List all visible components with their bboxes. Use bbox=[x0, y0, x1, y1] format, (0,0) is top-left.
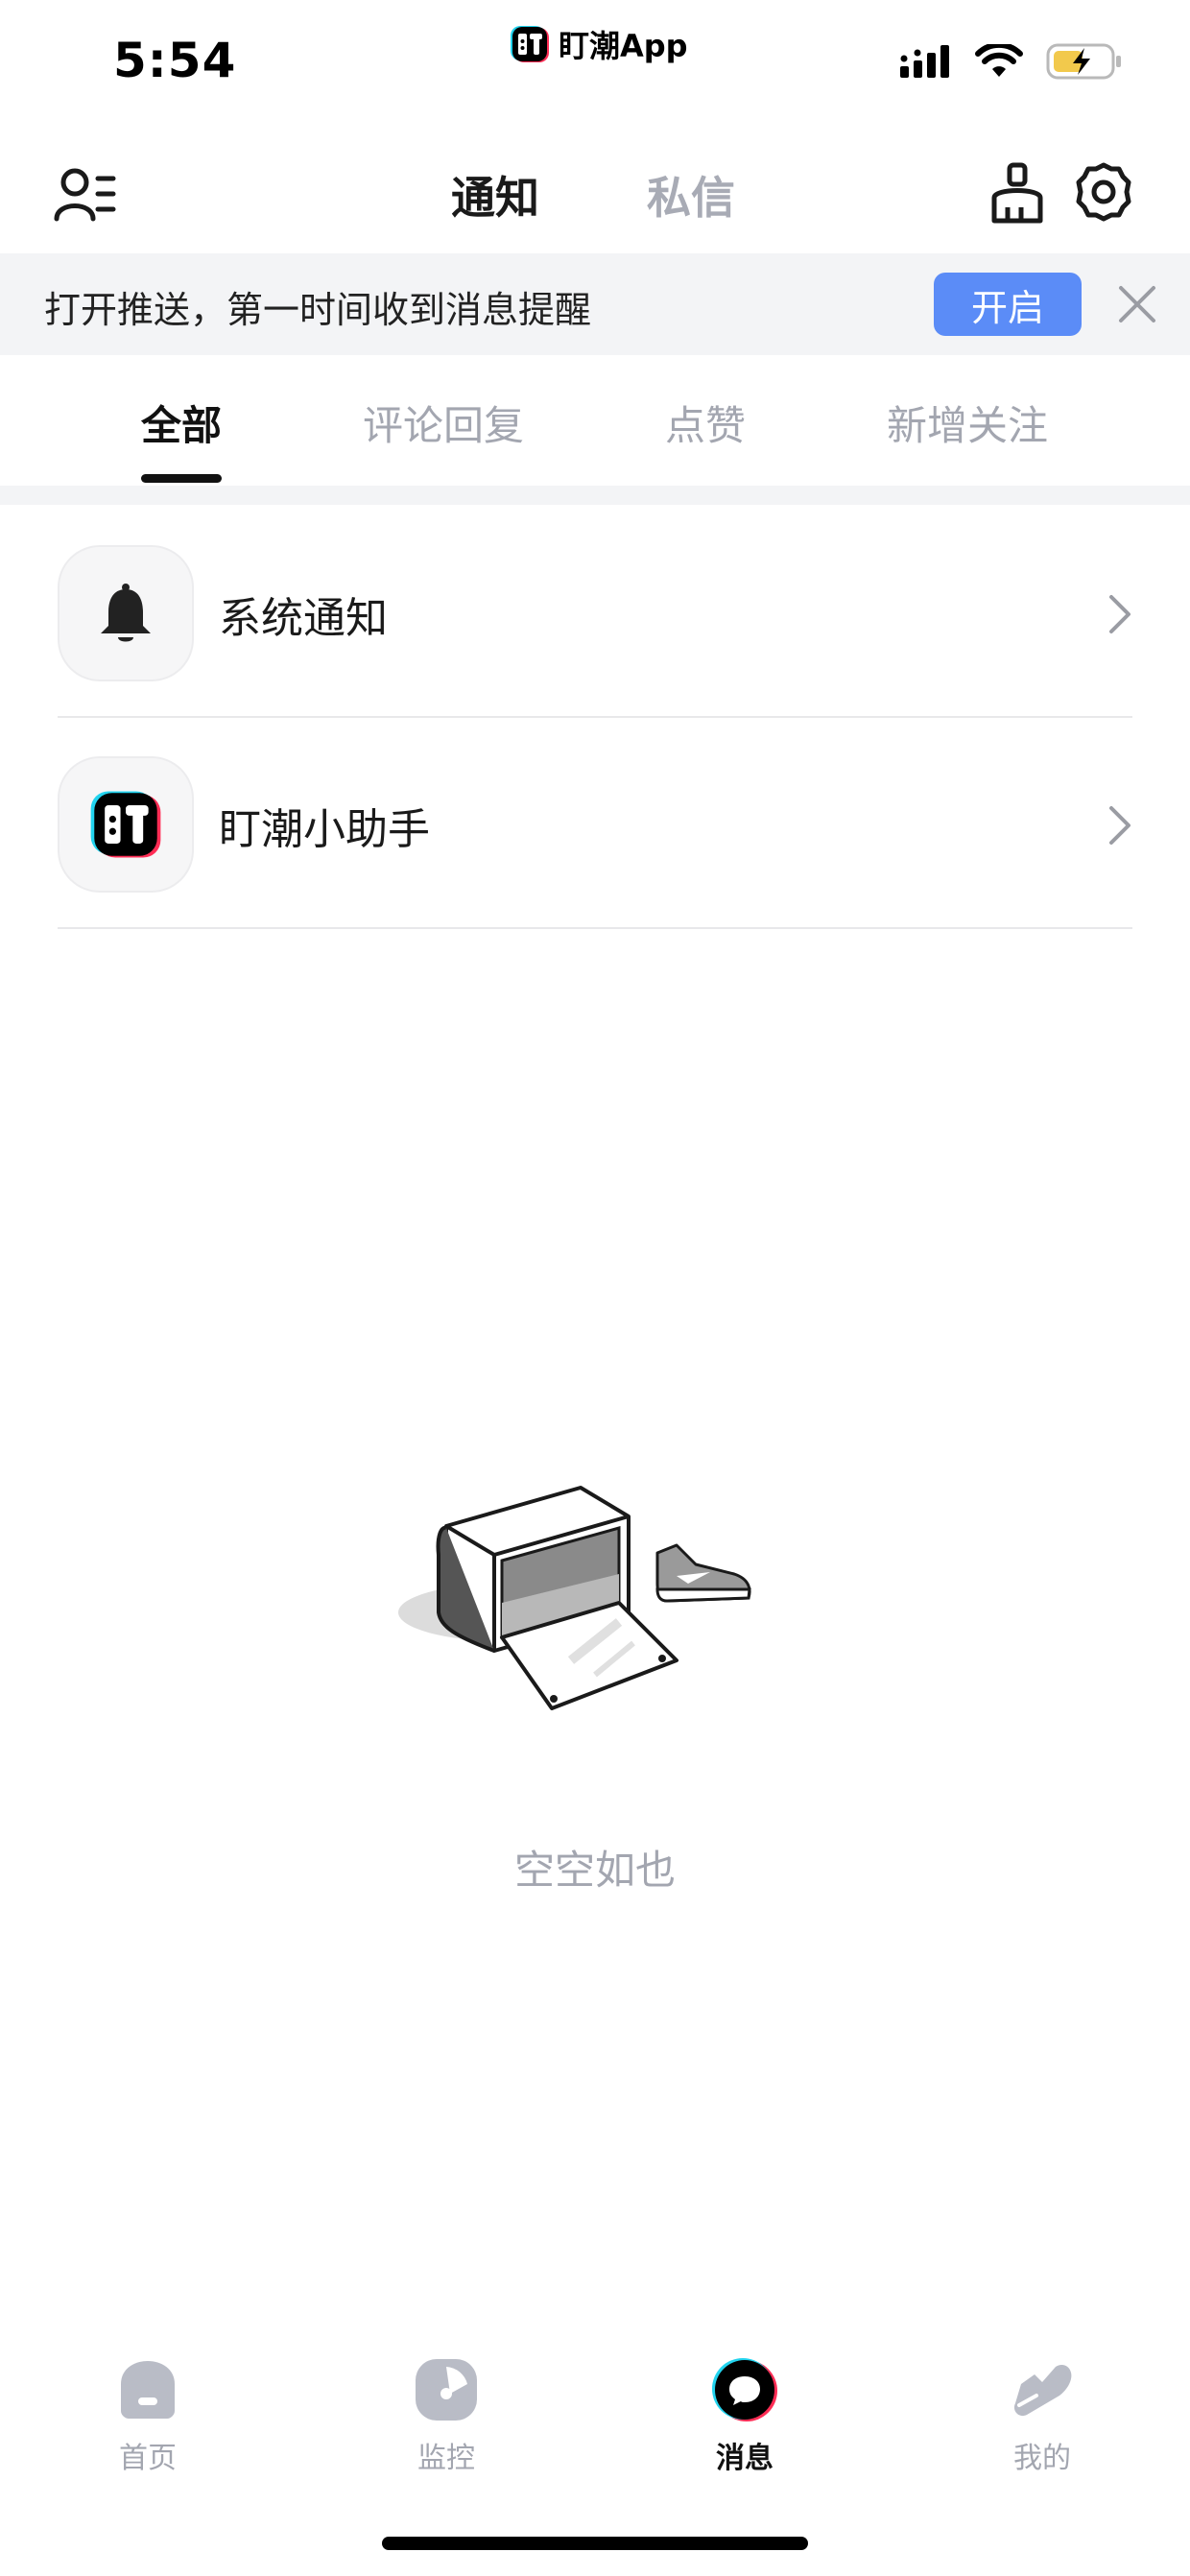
nav-messages[interactable]: 消息 bbox=[668, 2342, 821, 2495]
home-indicator bbox=[382, 2537, 808, 2550]
bell-icon bbox=[101, 584, 151, 642]
enable-push-button[interactable]: 开启 bbox=[934, 273, 1082, 336]
push-banner: 打开推送，第一时间收到消息提醒 开启 bbox=[0, 253, 1190, 355]
home-icon bbox=[121, 2361, 175, 2419]
user-list-icon[interactable] bbox=[54, 163, 117, 227]
close-icon[interactable] bbox=[1115, 282, 1159, 326]
nav-label: 消息 bbox=[716, 2442, 774, 2475]
app-name: 盯潮App bbox=[559, 28, 688, 64]
tab-notifications[interactable]: 通知 bbox=[451, 163, 539, 227]
brush-icon[interactable] bbox=[988, 161, 1046, 225]
subtab-new-followers[interactable]: 新增关注 bbox=[887, 394, 1048, 452]
signal-icon bbox=[900, 45, 949, 78]
monitor-icon bbox=[416, 2359, 477, 2421]
status-time: 5:54 bbox=[113, 33, 237, 88]
list-avatar bbox=[58, 756, 194, 893]
nav-label: 我的 bbox=[1013, 2442, 1071, 2475]
chevron-right-icon bbox=[1109, 806, 1130, 845]
battery-icon bbox=[1046, 43, 1121, 80]
empty-state-text: 空空如也 bbox=[513, 1847, 676, 1894]
sneaker-icon bbox=[1013, 2365, 1072, 2417]
message-icon bbox=[712, 2358, 777, 2421]
sub-tabs: 全部 评论回复 点赞 新增关注 bbox=[0, 357, 1190, 486]
list-avatar bbox=[58, 545, 194, 681]
bottom-nav: 首页 监控 消息 我的 bbox=[0, 2342, 1190, 2505]
nav-mine[interactable]: 我的 bbox=[965, 2342, 1119, 2495]
app-indicator: 盯潮App bbox=[509, 21, 688, 67]
nav-label: 首页 bbox=[119, 2442, 177, 2475]
active-tab-indicator bbox=[141, 474, 222, 483]
empty-shoebox-illustration bbox=[398, 1486, 751, 1710]
list-item-assistant[interactable]: 盯潮小助手 bbox=[0, 718, 1190, 929]
tab-private-messages[interactable]: 私信 bbox=[647, 163, 735, 227]
nav-monitor[interactable]: 监控 bbox=[369, 2342, 523, 2495]
status-icons bbox=[900, 42, 1123, 81]
wifi-icon bbox=[975, 44, 1023, 77]
list-item-label: 盯潮小助手 bbox=[219, 805, 430, 854]
header: 通知 私信 bbox=[0, 144, 1190, 250]
list-item-label: 系统通知 bbox=[219, 594, 388, 643]
section-divider bbox=[0, 486, 1190, 505]
app-logo-icon bbox=[511, 26, 549, 62]
app-logo-icon bbox=[90, 791, 161, 858]
nav-label: 监控 bbox=[417, 2442, 475, 2475]
subtab-comment-replies[interactable]: 评论回复 bbox=[363, 394, 524, 452]
nav-home[interactable]: 首页 bbox=[71, 2342, 225, 2495]
subtab-likes[interactable]: 点赞 bbox=[665, 394, 746, 452]
chevron-right-icon bbox=[1109, 595, 1130, 633]
list-separator bbox=[58, 927, 1132, 929]
status-bar: 5:54 盯潮App bbox=[0, 0, 1190, 125]
gear-icon[interactable] bbox=[1073, 161, 1134, 223]
push-banner-text: 打开推送，第一时间收到消息提醒 bbox=[44, 289, 592, 331]
subtab-all[interactable]: 全部 bbox=[141, 394, 222, 452]
list-item-system-notifications[interactable]: 系统通知 bbox=[0, 505, 1190, 718]
